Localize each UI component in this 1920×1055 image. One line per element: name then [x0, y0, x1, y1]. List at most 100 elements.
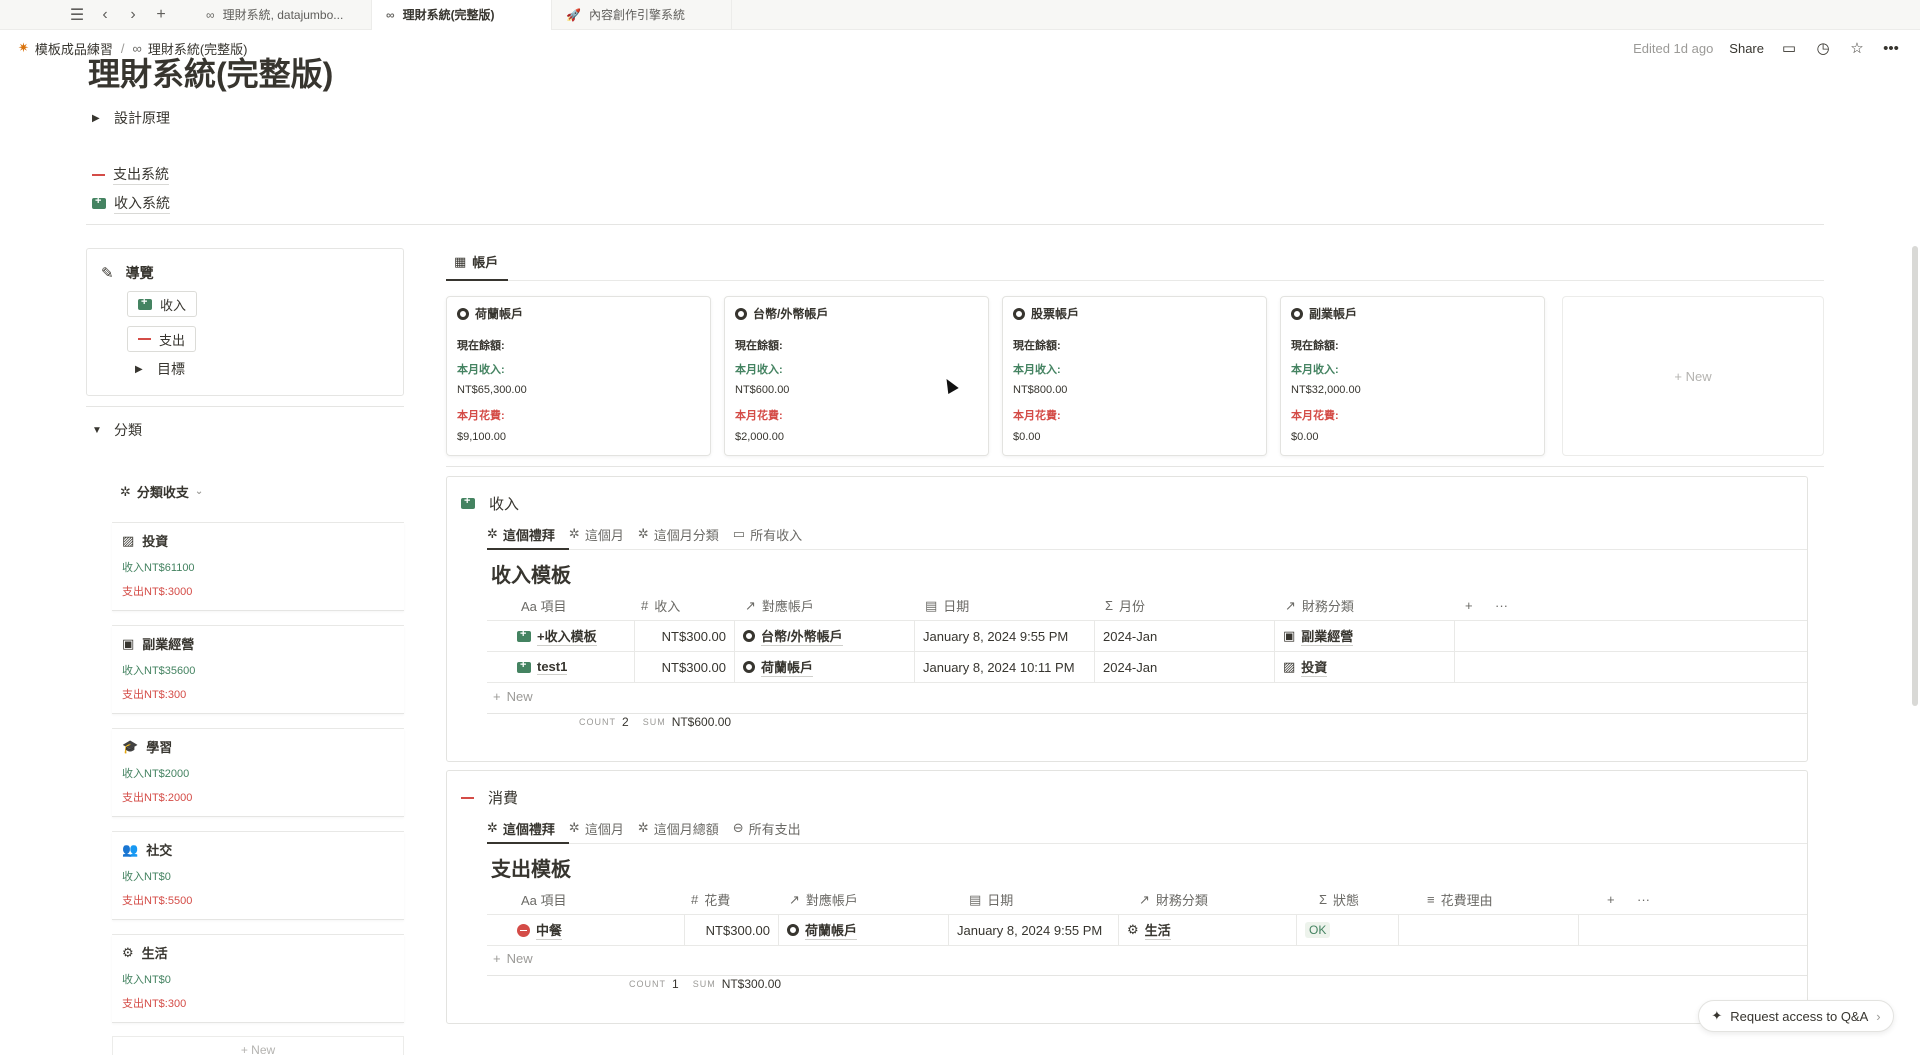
col-month[interactable]: Σ 月份	[1105, 596, 1285, 615]
add-column-icon[interactable]: +	[1465, 598, 1495, 613]
category-card-living[interactable]: ⚙ 生活 收入NT$0 支出NT$:300	[112, 935, 404, 1023]
more-icon[interactable]: ···	[1495, 598, 1525, 613]
view-month-category[interactable]: ✲ 這個月分類	[638, 523, 719, 545]
col-status[interactable]: Σ 狀態	[1319, 890, 1427, 909]
category-card-investment[interactable]: ▨ 投資 收入NT$61100 支出NT$:3000	[112, 523, 404, 611]
income-value: NT$32,000.00	[1291, 384, 1361, 396]
nav-goal-toggle[interactable]: ▶ 目標	[135, 359, 185, 379]
view-all-income[interactable]: ▭ 所有收入	[733, 523, 802, 545]
page-scrollbar[interactable]	[1912, 246, 1918, 706]
triangle-down-icon[interactable]: ▼	[92, 425, 104, 436]
categories-toggle[interactable]: ▼ 分類	[92, 420, 142, 440]
account-card-netherlands[interactable]: 荷蘭帳戶 現在餘額: 本月收入: NT$65,300.00 本月花費: $9,1…	[446, 296, 711, 456]
tab-finance-full[interactable]: ∞ 理財系統(完整版)	[372, 0, 552, 30]
link-income-system[interactable]: 收入系統	[92, 193, 170, 214]
triangle-right-icon[interactable]: ▶	[92, 113, 104, 124]
cell-account[interactable]: 荷蘭帳戶	[779, 914, 949, 946]
view-month-total[interactable]: ✲ 這個月總額	[638, 817, 719, 839]
toggle-design-principles[interactable]: ▶ 設計原理	[92, 108, 170, 128]
col-date[interactable]: ▤ 日期	[969, 890, 1139, 909]
cell-category[interactable]: ⚙ 生活	[1119, 914, 1297, 946]
table-row[interactable]: +收入模板 NT$300.00 台幣/外幣帳戶 January 8, 2024 …	[487, 620, 1807, 652]
back-icon[interactable]: ‹	[94, 4, 116, 26]
cell-category[interactable]: ▣ 副業經營	[1275, 620, 1455, 652]
col-category[interactable]: ↗ 財務分類	[1285, 596, 1465, 615]
cell-item[interactable]: +收入模板	[487, 620, 635, 652]
cell-reason[interactable]	[1399, 914, 1579, 946]
spend-label: 本月花費:	[1013, 410, 1061, 422]
comment-icon[interactable]: ▭	[1780, 39, 1798, 57]
view-this-week[interactable]: ✲ 這個禮拜	[487, 817, 555, 839]
nav-income-button[interactable]: 收入	[127, 291, 198, 317]
favorite-star-icon[interactable]: ☆	[1848, 39, 1866, 57]
gear-icon: ✲	[487, 526, 498, 541]
cell-item[interactable]: test1	[487, 651, 635, 683]
col-category[interactable]: ↗ 財務分類	[1139, 890, 1319, 909]
account-new-button[interactable]: + New	[1562, 296, 1824, 456]
cell-amount[interactable]: NT$300.00	[635, 651, 735, 683]
cell-month[interactable]: 2024-Jan	[1095, 620, 1275, 652]
more-icon[interactable]: ···	[1637, 892, 1667, 907]
minus-circle-icon	[517, 923, 530, 937]
table-row[interactable]: 中餐 NT$300.00 荷蘭帳戶 January 8, 2024 9:55 P…	[487, 914, 1807, 946]
cell-item[interactable]: 中餐	[487, 914, 685, 946]
col-income[interactable]: # 收入	[641, 596, 745, 615]
col-item[interactable]: Aa 項目	[487, 890, 691, 909]
category-card-social[interactable]: 👥 社交 收入NT$0 支出NT$:5500	[112, 832, 404, 920]
nav-expense-button[interactable]: 支出	[127, 326, 197, 352]
category-view-selector[interactable]: ✲ 分類收支 ⌄	[120, 482, 203, 501]
table-row[interactable]: test1 NT$300.00 荷蘭帳戶 January 8, 2024 10:…	[487, 651, 1807, 683]
category-expense: 支出NT$:300	[122, 689, 187, 701]
cell-month[interactable]: 2024-Jan	[1095, 651, 1275, 683]
account-card-side-business[interactable]: 副業帳戶 現在餘額: 本月收入: NT$32,000.00 本月花費: $0.0…	[1280, 296, 1545, 456]
cell-date[interactable]: January 8, 2024 10:11 PM	[915, 651, 1095, 683]
account-circle-icon	[457, 307, 469, 320]
category-new-button[interactable]: + New	[112, 1036, 404, 1055]
col-account[interactable]: ↗ 對應帳戶	[789, 890, 969, 909]
plus-icon: +	[240, 1043, 252, 1055]
sidebar-menu-icon[interactable]: ☰	[66, 4, 88, 26]
new-tab-icon[interactable]: +	[150, 4, 172, 26]
cell-status[interactable]: OK	[1297, 914, 1399, 946]
cell-category[interactable]: ▨ 投資	[1275, 651, 1455, 683]
tab-finance-datajumbo[interactable]: ∞ 理財系統, datajumbo...	[192, 0, 372, 30]
more-icon[interactable]: •••	[1882, 40, 1900, 57]
category-card-side-business[interactable]: ▣ 副業經營 收入NT$35600 支出NT$:300	[112, 626, 404, 714]
account-card-stock[interactable]: 股票帳戶 現在餘額: 本月收入: NT$800.00 本月花費: $0.00	[1002, 296, 1267, 456]
col-account[interactable]: ↗ 對應帳戶	[745, 596, 925, 615]
share-button[interactable]: Share	[1729, 41, 1764, 56]
forward-icon[interactable]: ›	[122, 4, 144, 26]
cell-amount[interactable]: NT$300.00	[635, 620, 735, 652]
gear-icon: ✲	[637, 526, 649, 541]
link-expense-system[interactable]: 支出系統	[92, 164, 169, 185]
request-qa-access-button[interactable]: ✦ Request access to Q&A ›	[1698, 1000, 1894, 1032]
category-card-learning[interactable]: 🎓 學習 收入NT$2000 支出NT$:2000	[112, 729, 404, 817]
hash-icon: #	[691, 892, 699, 907]
income-new-row-button[interactable]: + New	[493, 689, 533, 704]
view-all-expense[interactable]: ⊖ 所有支出	[733, 817, 801, 839]
tab-accounts[interactable]: ▦ 帳戶	[454, 252, 498, 271]
cell-account[interactable]: 台幣/外幣帳戶	[735, 620, 915, 652]
income-label: 本月收入:	[457, 364, 505, 376]
view-this-month[interactable]: ✲ 這個月	[569, 817, 624, 839]
col-date[interactable]: ▤ 日期	[925, 596, 1105, 615]
account-name: 副業帳戶	[1291, 305, 1357, 322]
relation-icon: ↗	[1139, 891, 1150, 907]
link-icon: ∞	[206, 7, 215, 22]
gear-icon: ✲	[568, 526, 580, 541]
col-spend[interactable]: # 花費	[691, 890, 789, 909]
income-label: 本月收入:	[1291, 364, 1339, 376]
cell-amount[interactable]: NT$300.00	[685, 914, 779, 946]
col-reason[interactable]: ≡ 花費理由	[1427, 890, 1607, 909]
cell-date[interactable]: January 8, 2024 9:55 PM	[949, 914, 1119, 946]
tab-content-engine[interactable]: 🚀 內容創作引擎系統	[552, 0, 732, 30]
cell-account[interactable]: 荷蘭帳戶	[735, 651, 915, 683]
cell-date[interactable]: January 8, 2024 9:55 PM	[915, 620, 1095, 652]
view-this-week[interactable]: ✲ 這個禮拜	[487, 523, 555, 545]
history-icon[interactable]: ◷	[1814, 39, 1832, 57]
expense-new-row-button[interactable]: + New	[493, 951, 533, 966]
add-column-icon[interactable]: +	[1607, 892, 1637, 907]
view-this-month[interactable]: ✲ 這個月	[569, 523, 624, 545]
triangle-right-icon[interactable]: ▶	[135, 364, 147, 375]
col-item[interactable]: Aa 項目	[487, 596, 641, 615]
